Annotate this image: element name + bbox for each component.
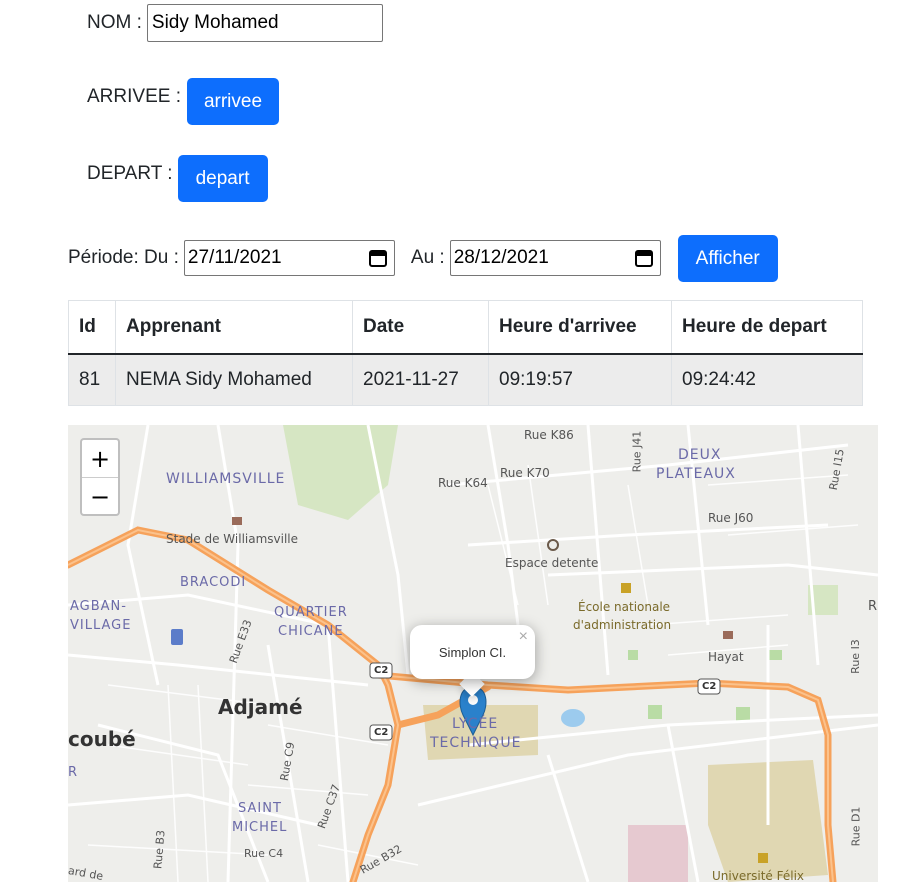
close-icon[interactable]: × [519,628,528,646]
map-label: Rue J60 [708,511,754,525]
table-row: 81 NEMA Sidy Mohamed 2021-11-27 09:19:57… [68,353,863,406]
route-shield: C2 [702,681,717,692]
cell-depart: 09:24:42 [671,353,863,406]
cell-id: 81 [68,353,116,406]
map-label: QUARTIER [274,605,348,620]
popup-text: Simplon CI. [438,644,507,660]
period-filter: Période: Du : 27/11/2021 Au : 28/12/2021… [68,233,778,282]
map-label: R [868,599,878,614]
map-label: VILLAGE [70,618,132,633]
map-popup: Simplon CI. × [410,625,535,679]
depart-button[interactable]: depart [177,155,268,202]
cell-arrivee: 09:19:57 [488,353,672,406]
map-label: Stade de Williamsville [166,532,299,546]
map-label: Hayat [708,650,744,664]
map-label: Rue K64 [438,476,488,490]
map-label: Rue J41 [630,430,644,473]
to-date-value: 28/12/2021 [453,246,549,268]
depart-label: DEPART : [87,162,173,184]
map-label: Université Félix [712,869,805,882]
col-header-apprenant: Apprenant [115,300,353,355]
to-date-input[interactable]: 28/12/2021 [449,239,661,276]
map-label: WILLIAMSVILLE [166,471,286,487]
arrivee-button[interactable]: arrivee [186,78,279,125]
map-label: d'administration [573,618,672,632]
col-header-id: Id [68,300,116,355]
map-label: AGBAN- [70,599,127,614]
arrivee-row: ARRIVEE : arrivee [87,78,279,125]
map-label: Adjamé [218,695,303,719]
map-label: Rue K70 [500,466,550,480]
map-label: R [68,765,78,780]
col-header-arrivee: Heure d'arrivee [488,300,672,355]
map-label: PLATEAUX [656,466,736,482]
depart-row: DEPART : depart [87,155,268,202]
cell-date: 2021-11-27 [352,353,489,406]
map-label: École nationale [578,600,671,614]
map-label: CHICANE [278,624,344,639]
zoom-out-button[interactable]: − [82,478,118,515]
attendance-table: Id Apprenant Date Heure d'arrivee Heure … [68,300,863,406]
zoom-control: + − [80,438,120,516]
zoom-in-button[interactable]: + [82,440,118,478]
route-shield: C2 [374,727,389,738]
calendar-icon[interactable] [368,248,388,268]
arrivee-label: ARRIVEE : [87,85,181,107]
map-label: SAINT [238,801,282,816]
map-label: LYCÉE [452,716,499,732]
au-label: Au : [410,246,445,268]
map-label: Rue D1 [849,806,863,847]
cell-apprenant: NEMA Sidy Mohamed [115,353,353,406]
route-shield: C2 [374,665,389,676]
map[interactable]: WILLIAMSVILLE Stade de Williamsville BRA… [68,425,878,882]
map-label: Espace detente [505,556,599,570]
nom-input[interactable] [146,4,383,42]
map-label: Rue I3 [848,639,862,674]
from-date-value: 27/11/2021 [187,246,282,268]
map-label: Rue K86 [524,428,574,442]
periode-label: Période: Du : [68,246,179,268]
nom-row: NOM : [87,4,383,42]
map-label: coubé [68,727,136,751]
table-header-row: Id Apprenant Date Heure d'arrivee Heure … [68,300,863,355]
col-header-date: Date [352,300,489,355]
afficher-button[interactable]: Afficher [677,235,778,282]
nom-label: NOM : [87,12,142,33]
calendar-icon[interactable] [634,248,654,268]
map-label: MICHEL [232,820,288,835]
map-label: BRACODI [180,575,247,590]
map-label: TECHNIQUE [430,735,522,751]
map-label: DEUX [678,447,722,463]
col-header-depart: Heure de depart [671,300,863,355]
from-date-input[interactable]: 27/11/2021 [183,239,395,276]
map-label: Rue C4 [244,847,284,860]
